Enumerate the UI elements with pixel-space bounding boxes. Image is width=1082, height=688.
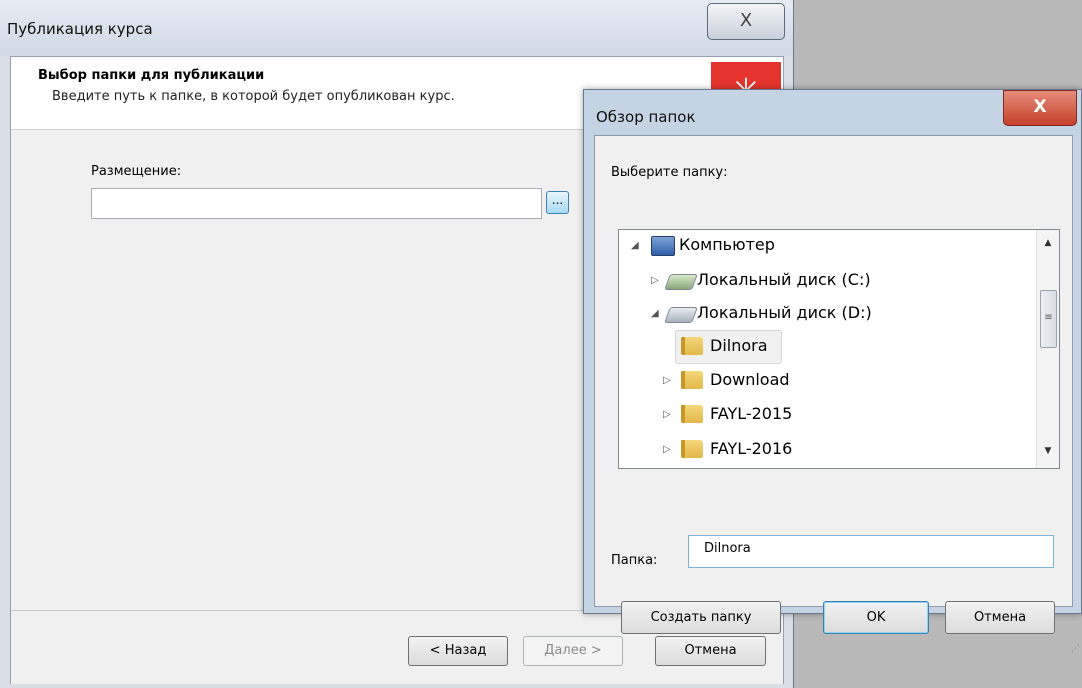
browse-dialog-body: Выберите папку: ◢ Компьютер ▷ Локальный … <box>594 135 1080 654</box>
folder-icon <box>681 405 703 423</box>
tree-item-label: FAYL-2016 <box>710 439 793 458</box>
browse-dialog-close-button[interactable]: X <box>1003 90 1077 126</box>
tree-item-fayl-2015[interactable]: ▷ FAYL-2015 <box>619 399 1036 429</box>
drive-d-icon <box>664 307 698 323</box>
location-label: Размещение: <box>91 164 182 179</box>
tree-item-label: Локальный диск (C:) <box>697 270 871 289</box>
cancel-button[interactable]: Отмена <box>655 636 766 666</box>
collapsed-arrow-icon[interactable]: ▷ <box>663 400 671 430</box>
computer-icon <box>651 236 675 256</box>
choose-folder-prompt: Выберите папку: <box>611 165 728 180</box>
publish-dialog-close-button[interactable]: X <box>707 3 785 40</box>
back-button[interactable]: < Назад <box>408 636 508 666</box>
ok-button[interactable]: OK <box>823 601 929 634</box>
folder-icon <box>681 337 703 355</box>
tree-item-fayl-2016[interactable]: ▷ FAYL-2016 <box>619 434 1036 464</box>
collapsed-arrow-icon[interactable]: ▷ <box>663 435 671 465</box>
folder-icon <box>681 371 703 389</box>
browse-folders-dialog: Обзор папок X Выберите папку: ◢ Компьюте… <box>583 89 1082 654</box>
browse-dialog-title: Обзор папок <box>596 108 696 126</box>
wizard-step-subtitle: Введите путь к папке, в которой будет оп… <box>52 89 455 104</box>
tree-item-drive-c[interactable]: ▷ Локальный диск (C:) <box>619 265 1036 295</box>
tree-item-label: Dilnora <box>710 336 768 355</box>
scroll-down-arrow-icon[interactable]: ▼ <box>1037 446 1059 456</box>
folder-tree[interactable]: ◢ Компьютер ▷ Локальный диск (C:) ◢ Лока… <box>618 229 1060 469</box>
folder-name-input[interactable]: Dilnora <box>688 535 1054 568</box>
drive-c-icon <box>664 274 698 290</box>
collapsed-arrow-icon[interactable]: ▷ <box>663 366 671 396</box>
wizard-step-title: Выбор папки для публикации <box>38 68 265 83</box>
scroll-thumb[interactable]: ≡ <box>1040 290 1057 348</box>
folder-icon <box>681 440 703 458</box>
collapsed-arrow-icon[interactable]: ▷ <box>651 266 659 296</box>
tree-item-drive-d[interactable]: ◢ Локальный диск (D:) <box>619 298 1036 328</box>
browse-cancel-button[interactable]: Отмена <box>945 601 1055 634</box>
tree-item-label: Download <box>710 370 790 389</box>
tree-item-label: Компьютер <box>679 235 775 254</box>
next-button[interactable]: Далее > <box>523 636 623 666</box>
folder-label: Папка: <box>611 553 658 568</box>
tree-item-dilnora[interactable]: Dilnora <box>619 331 1036 361</box>
expanded-arrow-icon[interactable]: ◢ <box>631 231 639 261</box>
browse-button[interactable]: ... <box>546 191 569 214</box>
publish-dialog-title: Публикация курса <box>7 20 153 38</box>
tree-item-label: FAYL-2015 <box>710 404 793 423</box>
tree-item-computer[interactable]: ◢ Компьютер <box>619 230 1036 260</box>
tree-scrollbar[interactable]: ▲ ≡ ▼ <box>1036 230 1059 468</box>
tree-item-label: Локальный диск (D:) <box>697 303 872 322</box>
tree-item-download[interactable]: ▷ Download <box>619 365 1036 395</box>
create-folder-button[interactable]: Создать папку <box>621 601 781 634</box>
scroll-up-arrow-icon[interactable]: ▲ <box>1037 238 1059 248</box>
publish-dialog-titlebar[interactable]: Публикация курса X <box>0 0 793 56</box>
resize-grip-icon[interactable]: ⋰ <box>1071 644 1080 654</box>
location-input[interactable] <box>91 188 542 219</box>
expanded-arrow-icon[interactable]: ◢ <box>651 299 659 329</box>
